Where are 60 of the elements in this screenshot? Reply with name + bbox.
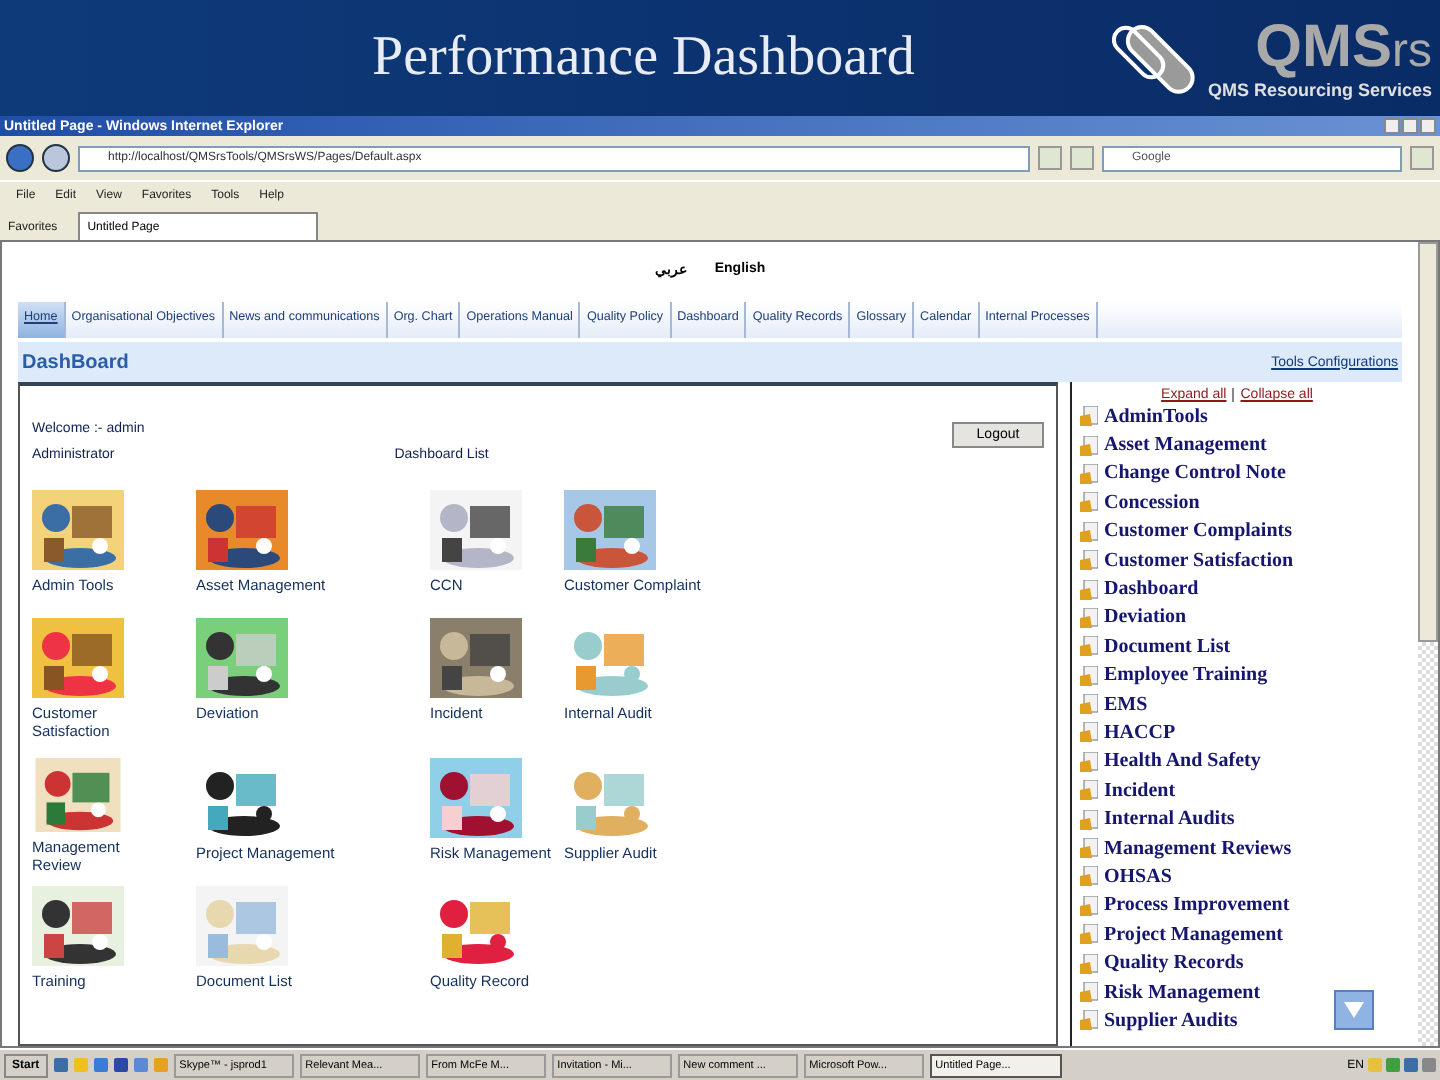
page-heading: DashBoard	[22, 351, 129, 373]
tree-item[interactable]: HACCP	[1072, 718, 1402, 748]
logo-tagline: QMS Resourcing Services	[1207, 79, 1432, 99]
document-icon	[1080, 579, 1098, 600]
document-icon	[1080, 435, 1098, 456]
minimize-button[interactable]	[1384, 118, 1400, 134]
tree-item[interactable]: Management Reviews	[1072, 833, 1402, 863]
tree-item[interactable]: Risk Management	[1072, 977, 1402, 1007]
forward-button[interactable]	[42, 144, 70, 172]
document-icon	[1080, 953, 1098, 974]
document-icon	[1080, 866, 1098, 887]
document-icon	[1080, 607, 1098, 628]
tree-item[interactable]: Supplier Audits	[1072, 1006, 1402, 1036]
document-icon	[1080, 1010, 1098, 1031]
slide-title: Performance Dashboard	[372, 26, 915, 90]
tree-item[interactable]: Concession	[1072, 488, 1402, 518]
tree-item[interactable]: Customer Satisfaction	[1072, 545, 1402, 575]
document-icon	[1080, 895, 1098, 916]
tree-item[interactable]: Internal Audits	[1072, 804, 1402, 834]
tree-item[interactable]: Quality Records	[1072, 948, 1402, 978]
search-button[interactable]	[1410, 146, 1434, 170]
logo-suffix: rs	[1392, 23, 1432, 79]
tree-item[interactable]: AdminTools	[1072, 402, 1402, 431]
document-icon	[1080, 780, 1098, 801]
document-icon	[1080, 665, 1098, 686]
document-icon	[1080, 751, 1098, 772]
logo-text: QMS	[1255, 17, 1392, 77]
scrollbar[interactable]	[1418, 242, 1438, 1046]
scroll-down-button[interactable]	[1334, 990, 1374, 1030]
tree-item[interactable]: OHSAS	[1072, 862, 1402, 892]
document-icon	[1080, 838, 1098, 859]
arrow-down-icon	[1344, 1002, 1364, 1018]
stop-button[interactable]	[1070, 146, 1094, 170]
tree-item[interactable]: Health And Safety	[1072, 747, 1402, 777]
document-icon	[1080, 924, 1098, 945]
maximize-button[interactable]	[1402, 118, 1418, 134]
document-icon	[1080, 982, 1098, 1002]
close-button[interactable]	[1420, 118, 1436, 134]
tree-item[interactable]: Asset Management	[1072, 430, 1402, 460]
tree-item[interactable]: EMS	[1072, 689, 1402, 719]
tree-item[interactable]: Incident	[1072, 776, 1402, 805]
tree-item[interactable]: Customer Complaints	[1072, 517, 1402, 546]
back-button[interactable]	[6, 144, 34, 172]
document-icon	[1080, 694, 1098, 715]
document-icon	[1080, 636, 1098, 657]
tree-item[interactable]: Project Management	[1072, 920, 1402, 949]
document-icon	[1080, 463, 1098, 484]
refresh-button[interactable]	[1038, 146, 1062, 170]
tree-item[interactable]: Dashboard	[1072, 574, 1402, 604]
document-icon	[1080, 406, 1098, 427]
tree-item[interactable]: Employee Training	[1072, 661, 1402, 690]
tree-item[interactable]: Deviation	[1072, 603, 1402, 633]
document-icon	[1080, 809, 1098, 830]
tree-item[interactable]: Document List	[1072, 632, 1402, 662]
document-icon	[1080, 521, 1098, 542]
document-icon	[1080, 550, 1098, 571]
document-icon	[1080, 492, 1098, 513]
tree-item[interactable]: Process Improvement	[1072, 891, 1402, 921]
document-icon	[1080, 722, 1098, 743]
tree-item[interactable]: Change Control Note	[1072, 459, 1402, 489]
